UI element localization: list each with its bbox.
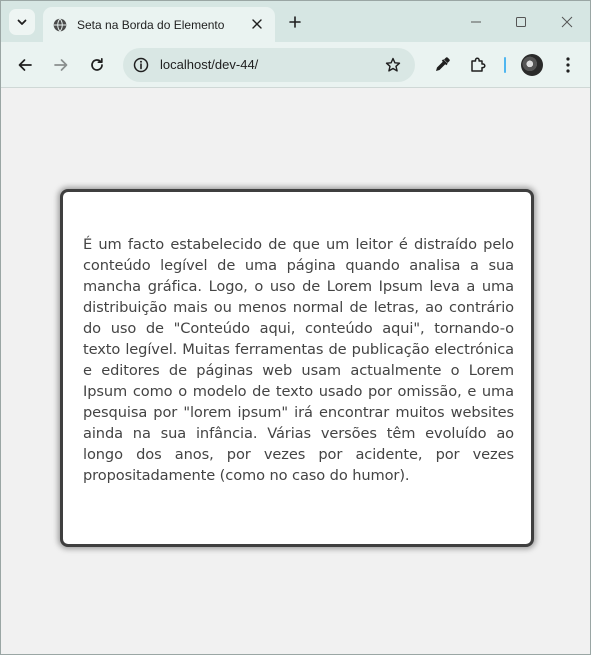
star-icon <box>385 57 401 72</box>
chevron-down-icon <box>17 19 27 25</box>
arrow-left-icon <box>18 59 32 71</box>
forward-button[interactable] <box>49 53 73 77</box>
reload-button[interactable] <box>85 53 109 77</box>
eyedropper-icon <box>436 57 450 71</box>
tab-title: Seta na Borda do Elemento <box>77 17 225 32</box>
content-card: É um facto estabelecido de que um leitor… <box>60 189 534 547</box>
close-icon <box>561 16 573 28</box>
plus-icon <box>289 16 301 28</box>
page-viewport: É um facto estabelecido de que um leitor… <box>1 89 590 654</box>
menu-button[interactable] <box>556 53 580 77</box>
browser-window: Seta na Borda do Elemento localhost/dev-… <box>0 0 591 655</box>
card-paragraph: É um facto estabelecido de que um leitor… <box>83 236 514 484</box>
maximize-icon <box>516 17 526 27</box>
avatar[interactable] <box>521 54 543 76</box>
puzzle-icon <box>471 57 486 72</box>
tab-active[interactable]: Seta na Borda do Elemento <box>43 7 275 42</box>
back-button[interactable] <box>13 53 37 77</box>
reload-icon <box>91 57 103 71</box>
url-text[interactable]: localhost/dev-44/ <box>160 57 258 72</box>
site-info-icon <box>133 57 149 73</box>
globe-icon <box>53 17 67 32</box>
minimize-button[interactable] <box>467 13 485 31</box>
kebab-menu-icon <box>566 57 570 73</box>
toolbar: localhost/dev-44/ <box>1 42 590 88</box>
arrow-right-icon <box>54 59 68 71</box>
close-icon <box>252 19 262 29</box>
extensions-button[interactable] <box>466 53 490 77</box>
eyedropper-button[interactable] <box>430 53 454 77</box>
tab-close-button[interactable] <box>249 16 265 32</box>
window-close-button[interactable] <box>558 13 576 31</box>
minimize-icon <box>471 21 481 23</box>
bookmark-button[interactable] <box>383 55 403 75</box>
address-bar[interactable]: localhost/dev-44/ <box>123 48 415 82</box>
maximize-button[interactable] <box>512 13 530 31</box>
toolbar-separator <box>504 57 506 73</box>
new-tab-button[interactable] <box>285 12 305 32</box>
tab-strip: Seta na Borda do Elemento <box>1 1 590 42</box>
site-info-button[interactable] <box>131 55 151 75</box>
tab-search-button[interactable] <box>9 9 35 35</box>
